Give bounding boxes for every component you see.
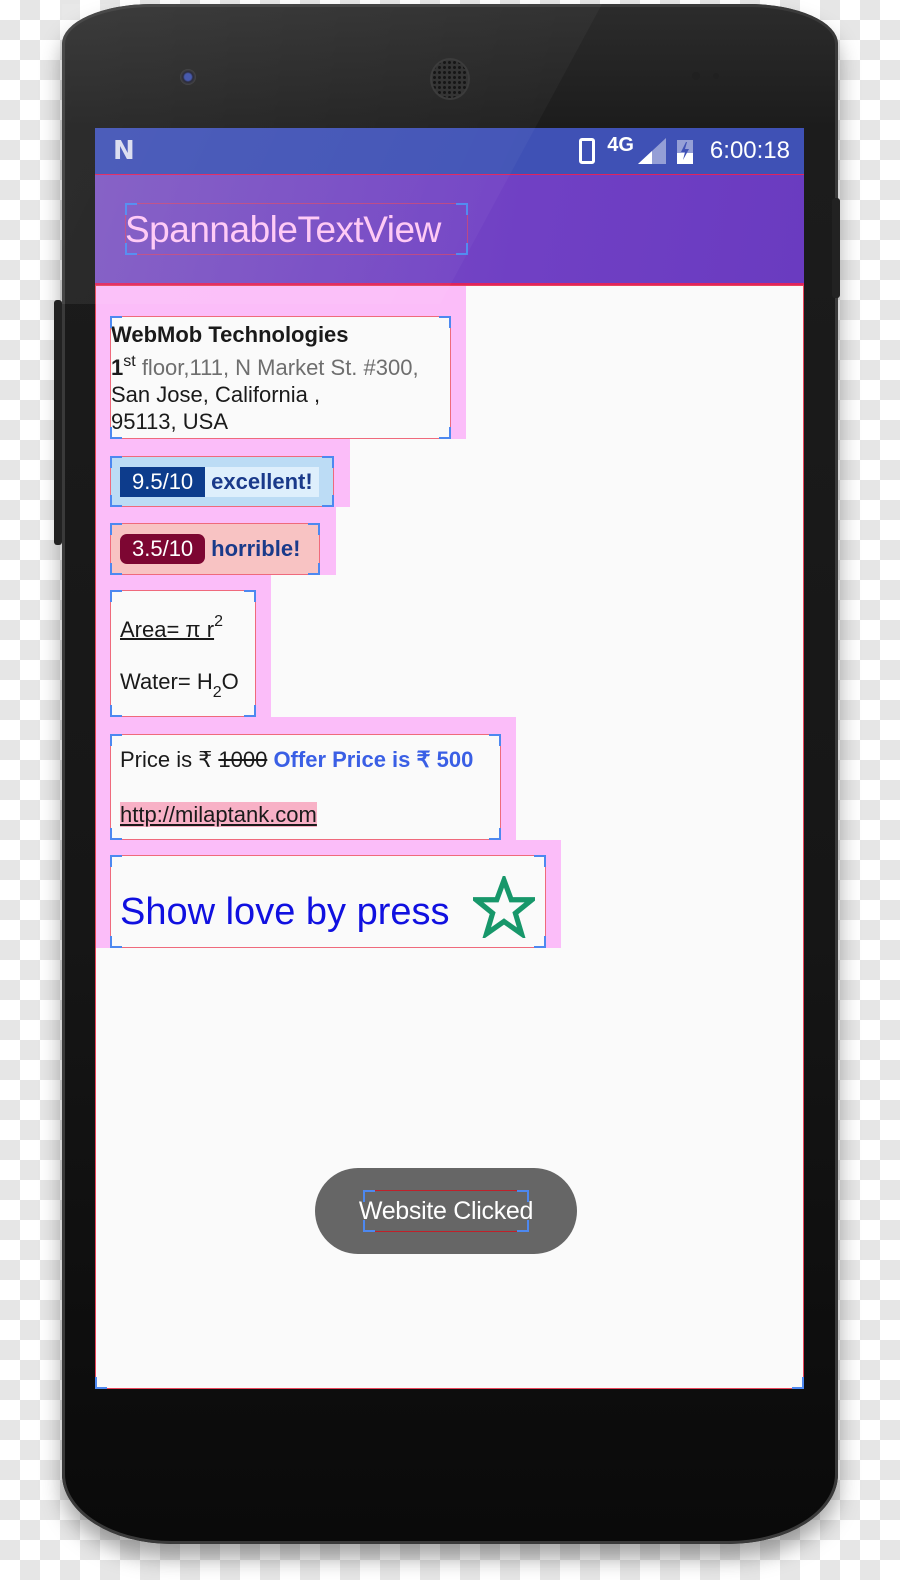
power-button <box>832 198 840 298</box>
earpiece-speaker <box>430 58 470 100</box>
clock: 6:00:18 <box>709 137 790 164</box>
device-screen: N 4G 6:00:18 SpannableTextView WebMob Te… <box>95 128 804 1389</box>
proximity-sensor <box>692 72 700 80</box>
phone-icon <box>579 138 596 164</box>
app-bar: SpannableTextView <box>95 175 804 285</box>
android-n-icon: N <box>113 136 135 166</box>
volume-button <box>54 300 62 545</box>
signal-icon <box>637 138 666 164</box>
network-type-label: 4G <box>607 134 634 156</box>
title-bounds <box>125 203 468 255</box>
battery-charging-icon <box>676 140 693 164</box>
front-camera <box>180 69 196 85</box>
light-sensor <box>713 73 719 79</box>
content-bounds <box>95 285 804 1389</box>
status-bar: N 4G 6:00:18 <box>95 128 804 175</box>
